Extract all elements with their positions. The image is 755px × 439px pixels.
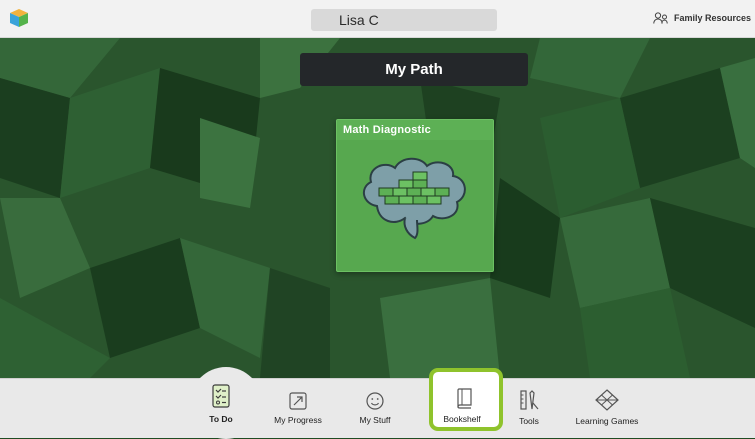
smiley-icon bbox=[366, 392, 384, 410]
nav-item-learning-games[interactable]: Learning Games bbox=[567, 384, 647, 426]
app-logo-icon[interactable] bbox=[9, 8, 29, 28]
top-bar: Lisa C Family Resources bbox=[0, 0, 755, 38]
nav-item-my-progress[interactable]: My Progress bbox=[258, 384, 338, 425]
user-name-pill[interactable]: Lisa C bbox=[311, 9, 497, 31]
brain-cubes-icon bbox=[362, 157, 466, 240]
book-icon bbox=[457, 388, 472, 409]
nav-label-my-stuff: My Stuff bbox=[359, 415, 391, 425]
progress-arrow-icon bbox=[289, 392, 307, 410]
checklist-icon bbox=[212, 384, 230, 408]
family-icon bbox=[653, 12, 668, 24]
card-title: Math Diagnostic bbox=[337, 120, 493, 140]
family-resources-label: Family Resources bbox=[673, 13, 751, 23]
family-resources-link[interactable]: Family Resources bbox=[653, 12, 751, 24]
nav-label-learning-games: Learning Games bbox=[575, 416, 639, 426]
nav-item-my-stuff[interactable]: My Stuff bbox=[335, 384, 415, 425]
nav-label-tools: Tools bbox=[519, 416, 539, 426]
nav-label-todo: To Do bbox=[209, 414, 233, 424]
tools-icon bbox=[520, 390, 539, 410]
path-scene: My Path Math Diagnostic bbox=[0, 38, 755, 378]
math-diagnostic-card[interactable]: Math Diagnostic bbox=[336, 119, 494, 272]
nav-item-tools[interactable]: Tools bbox=[489, 384, 569, 426]
my-path-title: My Path bbox=[300, 53, 528, 86]
nav-item-todo[interactable]: To Do bbox=[181, 384, 261, 424]
nav-label-my-progress: My Progress bbox=[274, 415, 322, 425]
user-name: Lisa C bbox=[339, 12, 379, 28]
games-icon bbox=[595, 389, 619, 411]
